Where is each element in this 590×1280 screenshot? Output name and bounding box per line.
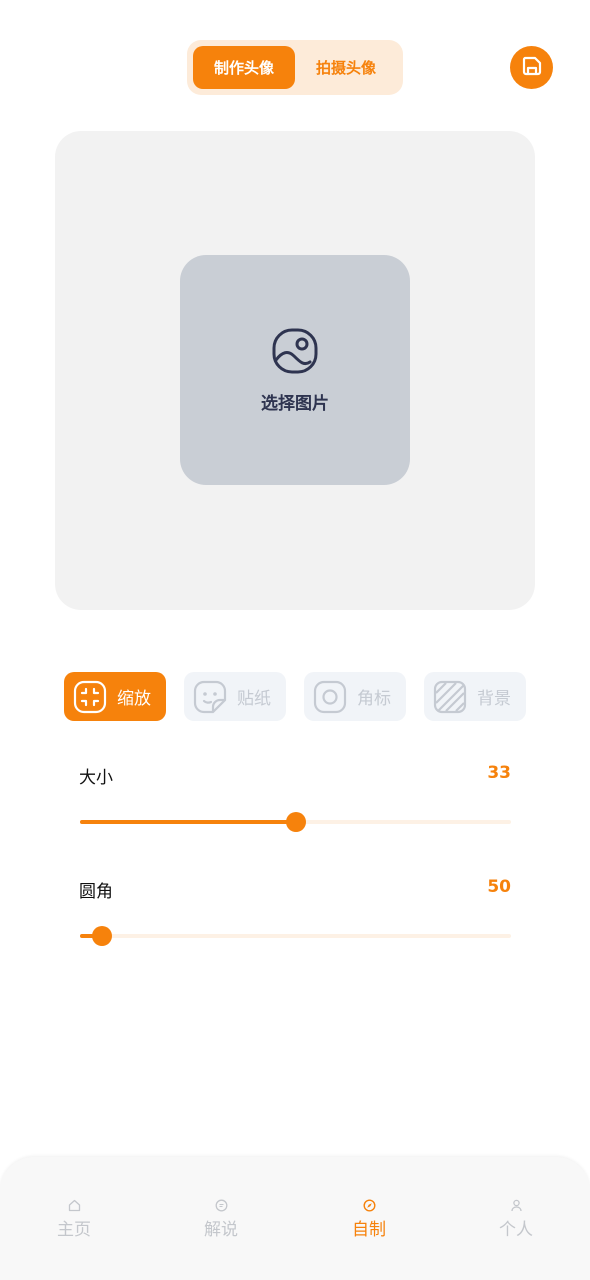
tool-background-label: 背景 (477, 689, 511, 709)
scale-icon (73, 680, 107, 714)
tool-scale-label: 缩放 (117, 689, 151, 709)
tab-shoot-avatar[interactable]: 拍摄头像 (295, 46, 397, 89)
tab-custom-label: 自制 (352, 1220, 386, 1240)
comment-icon (213, 1197, 229, 1213)
compass-icon (361, 1197, 377, 1213)
size-slider[interactable] (80, 812, 511, 832)
tool-badge-label: 角标 (357, 689, 391, 709)
corner-slider[interactable] (80, 926, 511, 946)
home-icon (66, 1197, 82, 1213)
size-slider-fill (80, 820, 296, 824)
size-slider-thumb[interactable] (285, 812, 306, 832)
badge-icon (313, 680, 347, 714)
tab-profile[interactable]: 个人 (476, 1197, 556, 1240)
mode-switch: 制作头像 拍摄头像 (187, 40, 403, 95)
tab-home[interactable]: 主页 (34, 1197, 114, 1240)
tab-home-label: 主页 (57, 1220, 91, 1240)
corner-value: 50 (487, 877, 511, 897)
size-value: 33 (487, 763, 511, 783)
tab-profile-label: 个人 (499, 1220, 533, 1240)
user-icon (508, 1197, 524, 1213)
tool-scale[interactable]: 缩放 (64, 672, 166, 721)
tab-custom[interactable]: 自制 (329, 1197, 409, 1240)
tab-commentary[interactable]: 解说 (181, 1197, 261, 1240)
background-icon (433, 680, 467, 714)
save-icon (519, 53, 545, 83)
corner-slider-thumb[interactable] (91, 926, 112, 946)
select-image-button[interactable]: 选择图片 (180, 255, 410, 485)
avatar-canvas: 选择图片 (55, 131, 535, 610)
size-label: 大小 (79, 768, 113, 788)
tool-background[interactable]: 背景 (424, 672, 526, 721)
image-icon (271, 327, 319, 379)
tool-badge[interactable]: 角标 (304, 672, 406, 721)
bottom-tab-bar: 主页 解说 自制 个人 (0, 1157, 590, 1280)
tab-make-avatar[interactable]: 制作头像 (193, 46, 295, 89)
tool-sticker[interactable]: 贴纸 (184, 672, 286, 721)
corner-label: 圆角 (79, 882, 113, 902)
save-button[interactable] (510, 46, 553, 89)
select-image-label: 选择图片 (261, 393, 329, 414)
sticker-icon (193, 680, 227, 714)
tool-sticker-label: 贴纸 (237, 689, 271, 709)
tab-commentary-label: 解说 (204, 1220, 238, 1240)
